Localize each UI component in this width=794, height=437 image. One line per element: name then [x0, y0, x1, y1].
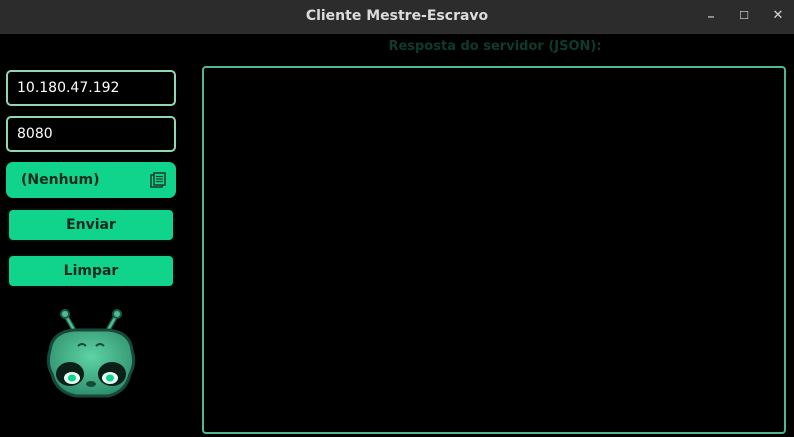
port-input[interactable]: 8080	[6, 116, 176, 152]
file-select-label: (Nenhum)	[21, 172, 100, 188]
clear-button[interactable]: Limpar	[7, 254, 175, 288]
response-textarea[interactable]	[202, 66, 786, 434]
close-icon[interactable]: ✕	[764, 3, 792, 29]
window-title: Cliente Mestre-Escravo	[305, 8, 489, 24]
file-select-combo[interactable]: (Nenhum)	[6, 162, 176, 198]
minimize-icon[interactable]: –	[697, 3, 725, 29]
file-picker-icon[interactable]	[150, 172, 166, 188]
send-button[interactable]: Enviar	[7, 208, 175, 242]
ip-address-input[interactable]: 10.180.47.192	[6, 70, 176, 106]
alien-mascot-logo	[46, 309, 136, 398]
maximize-icon[interactable]: ☐	[730, 3, 758, 29]
title-bar: Cliente Mestre-Escravo – ☐ ✕	[0, 0, 794, 34]
response-label: Resposta do servidor (JSON):	[388, 39, 602, 54]
